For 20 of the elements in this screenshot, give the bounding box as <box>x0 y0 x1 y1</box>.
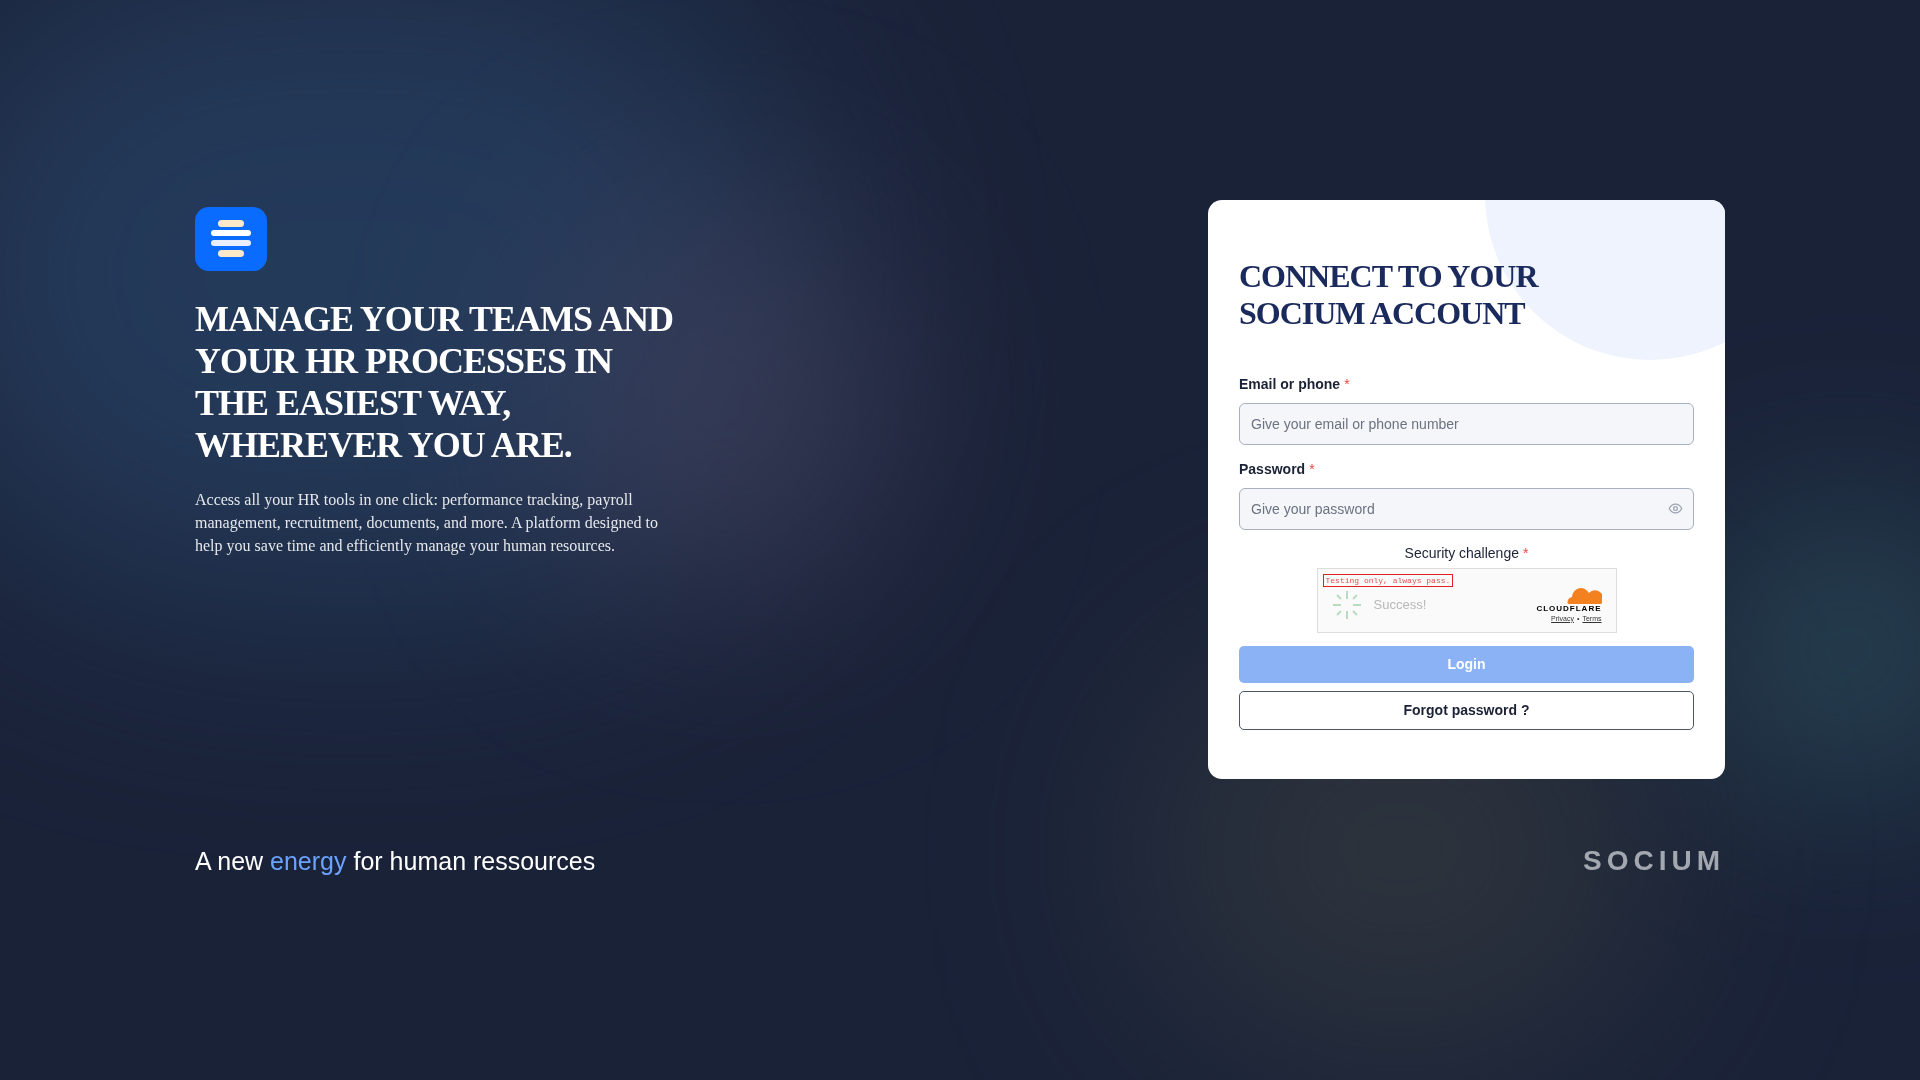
required-mark: * <box>1522 544 1529 563</box>
challenge-status: Success! <box>1373 595 1427 614</box>
hero-heading: MANAGE YOUR TEAMS AND YOUR HR PROCESSES IN THE EASIEST WAY, WHEREVER YOU ARE. <box>195 298 675 466</box>
required-mark: * <box>1344 375 1350 394</box>
brand-wordmark: SOCIUM <box>1583 847 1725 876</box>
password-field[interactable]: Give your password <box>1239 488 1694 530</box>
test-notice: Testing only, always pass. <box>1322 574 1454 587</box>
email-field[interactable]: Give your email or phone number <box>1239 403 1694 445</box>
field-label: Email or phone <box>1239 375 1341 394</box>
required-mark: * <box>1309 460 1315 479</box>
striped-s-icon <box>210 220 252 258</box>
card-title: CONNECT TO YOUR SOCIUM ACCOUNT <box>1239 258 1540 332</box>
provider-name: CLOUDFLARE <box>1536 603 1602 614</box>
eye-icon[interactable] <box>1668 501 1683 516</box>
forgot-password-button[interactable]: Forgot password ? <box>1239 691 1694 730</box>
hero-description: Access all your HR tools in one click: performance tracking, payroll management, recruitment, documents, and more. A platform designed to help you save time and efficiently manage your human resources. <box>195 490 659 557</box>
field-label: Password <box>1239 460 1306 479</box>
challenge-label: Security challenge <box>1404 544 1519 563</box>
spinner-icon <box>1331 589 1362 620</box>
tagline: A new energy for human ressources <box>195 845 596 877</box>
